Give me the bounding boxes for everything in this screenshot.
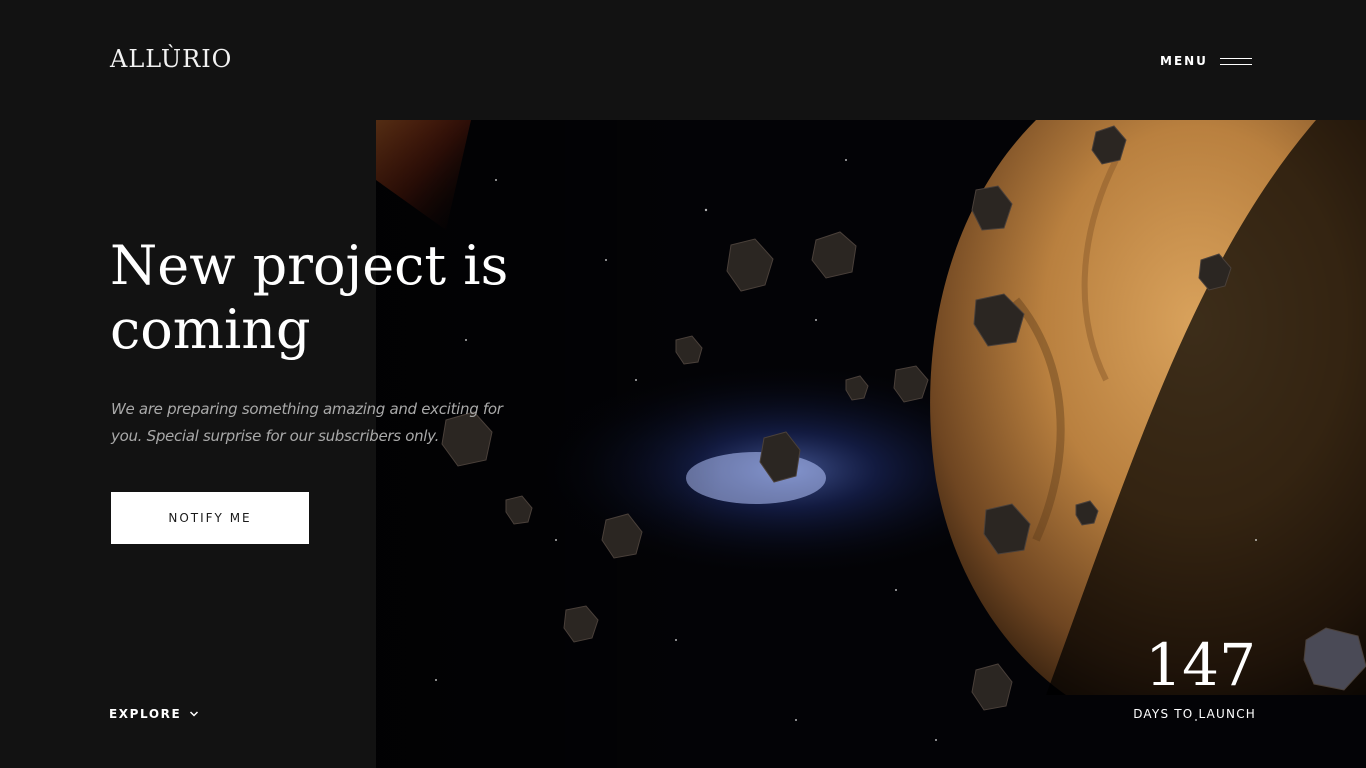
page-subtitle: We are preparing something amazing and e… <box>111 400 503 445</box>
countdown-label: DAYS TO LAUNCH <box>1133 707 1256 721</box>
notify-me-button[interactable]: NOTIFY ME <box>111 492 309 544</box>
explore-label: EXPLORE <box>109 707 182 721</box>
menu-label: MENU <box>1160 54 1208 68</box>
countdown-number: 147 <box>1145 631 1256 699</box>
chevron-down-icon <box>190 711 199 717</box>
launch-countdown: 147 DAYS TO LAUNCH <box>1133 628 1256 723</box>
page-headline: New project is coming <box>110 234 509 361</box>
hamburger-icon <box>1219 57 1252 65</box>
menu-button[interactable]: MENU <box>1160 52 1252 70</box>
explore-link[interactable]: EXPLORE <box>109 705 199 723</box>
brand-logo[interactable]: ALLÙRIO <box>110 45 232 73</box>
